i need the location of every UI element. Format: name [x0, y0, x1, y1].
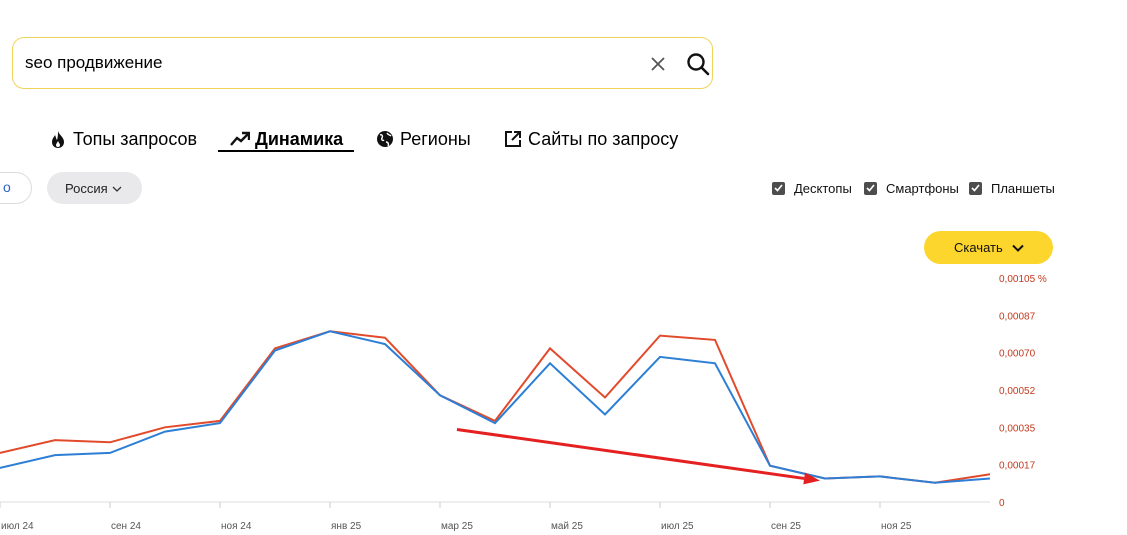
y-tick-label: 0,00052: [999, 386, 1036, 397]
tab-regions[interactable]: Регионы: [375, 124, 471, 154]
fire-icon: [48, 129, 68, 149]
period-filter-label: о: [3, 179, 11, 195]
annotation-arrow-head-icon: [803, 472, 820, 485]
close-icon[interactable]: [644, 50, 672, 78]
x-tick-label: ноя 25: [881, 521, 912, 532]
y-tick-label: 0,00035: [999, 423, 1036, 434]
x-tick-label: ноя 24: [221, 521, 252, 532]
y-tick-label: 0,00017: [999, 461, 1036, 472]
x-tick-label: мар 25: [441, 521, 473, 532]
tab-top-queries-label: Топы запросов: [73, 128, 198, 149]
download-button[interactable]: Скачать: [924, 231, 1053, 264]
y-tick-label: 0,00105 %: [999, 274, 1047, 285]
checkbox-checked-icon: [772, 181, 785, 195]
tab-regions-label: Регионы: [400, 128, 471, 149]
x-tick-label: янв 25: [331, 521, 362, 532]
x-tick-label: июл 25: [661, 521, 694, 532]
download-button-label: Скачать: [954, 240, 1003, 255]
region-select-label: Россия: [65, 180, 108, 196]
globe-icon: [375, 129, 395, 149]
dynamics-chart: 0,00105 % 0,00087 0,00070 0,00052 0,00035 0,0…: [0, 274, 1047, 532]
external-link-icon: [503, 129, 523, 149]
wordstat-page: Топы запросов Динамика Регионы Сайты по …: [0, 0, 1127, 535]
annotation-arrow-shaft: [456, 427, 805, 480]
search-bar: [12, 37, 713, 89]
checkbox-desktops[interactable]: Десктопы: [772, 177, 852, 199]
y-tick-label: 0,00087: [999, 311, 1036, 322]
tab-top-queries[interactable]: Топы запросов: [48, 124, 197, 154]
checkbox-smartphones[interactable]: Смартфоны: [864, 177, 959, 199]
x-tick-label: сен 25: [771, 521, 801, 532]
series-line-1: [0, 330, 991, 484]
period-filter-pill[interactable]: о: [0, 172, 32, 204]
x-tick-label: июл 24: [1, 521, 34, 532]
search-input[interactable]: [25, 50, 625, 76]
tab-sites[interactable]: Сайты по запросу: [503, 124, 678, 154]
checkbox-checked-icon: [864, 181, 877, 195]
checkbox-smartphones-label: Смартфоны: [886, 180, 959, 196]
series-line-0: [0, 330, 991, 484]
x-tick-label: сен 24: [111, 521, 141, 532]
tab-sites-label: Сайты по запросу: [528, 128, 679, 149]
trend-up-icon: [230, 129, 250, 149]
active-tab-underline: [218, 150, 354, 152]
y-tick-label: 0,00070: [999, 349, 1036, 360]
y-tick-label: 0: [999, 498, 1005, 509]
search-icon[interactable]: [681, 48, 715, 80]
x-tick-label: май 25: [551, 521, 583, 532]
chevron-down-icon: [1012, 241, 1024, 256]
checkbox-tablets[interactable]: Планшеты: [969, 177, 1055, 199]
tab-dynamics-label: Динамика: [255, 128, 344, 149]
checkbox-desktops-label: Десктопы: [794, 180, 852, 196]
checkbox-checked-icon: [969, 181, 982, 195]
chevron-down-icon: [112, 181, 122, 196]
region-select[interactable]: Россия: [47, 172, 142, 204]
checkbox-tablets-label: Планшеты: [991, 180, 1055, 196]
